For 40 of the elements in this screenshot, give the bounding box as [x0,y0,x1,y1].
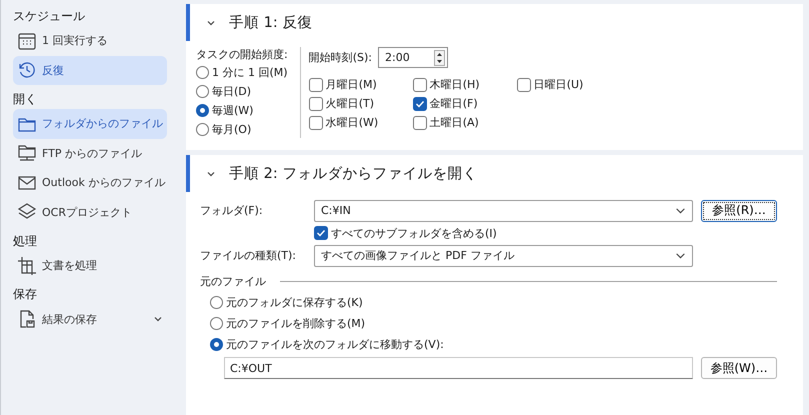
source-file-radio[interactable]: 元のフォルダに保存する(K) [210,293,777,312]
weekday-checkbox[interactable]: 土曜日(A) [412,114,517,131]
sidebar-item[interactable]: フォルダからのファイル [13,109,167,138]
frequency-radio[interactable]: 毎週(W) [196,102,288,119]
step-title: 手順 1: 反復 [229,14,312,32]
frequency-radio[interactable]: 1 分に 1 回(M) [196,64,288,81]
subfolders-checkbox[interactable]: すべてのサブフォルダを含める(I) [314,224,693,242]
browse-button[interactable]: 参照(W)… [701,357,777,379]
frequency-radio[interactable]: 毎月(O) [196,121,288,138]
time-spinner[interactable]: 2:00 [378,47,448,68]
step-title: 手順 2: フォルダからファイルを開く [229,164,478,183]
browse-button[interactable]: 参照(R)… [701,200,777,222]
frequency-label: タスクの開始頻度: [196,47,288,62]
folder-label: フォルダ(F): [200,203,264,218]
sidebar-item[interactable]: 反復 [13,56,167,85]
weekday-checkbox[interactable]: 月曜日(M) [308,76,413,93]
start-time-label: 開始時刻(S): [308,50,372,65]
move-folder-field[interactable]: C:¥OUT [224,357,693,379]
section-label: 元のファイル [200,274,266,288]
weekday-checkbox[interactable]: 金曜日(F) [412,95,517,112]
weekday-checkbox[interactable]: 日曜日(U) [516,76,621,93]
sidebar-item[interactable]: 1 回実行する [13,26,167,56]
sidebar-section-title: 保存 [13,286,38,303]
sidebar-item[interactable]: OCRプロジェクト [13,198,167,227]
weekday-checkbox[interactable]: 火曜日(T) [308,95,413,112]
weekday-checkbox[interactable]: 水曜日(W) [308,114,413,131]
sidebar-item[interactable]: 結果の保存 [13,304,167,334]
weekday-checkbox[interactable]: 木曜日(H) [412,76,517,93]
folder-combo[interactable]: C:¥IN [314,200,693,222]
file-type-combo[interactable]: すべての画像ファイルと PDF ファイル [314,244,693,266]
source-file-radio[interactable]: 元のファイルを次のフォルダに移動する(V): [210,335,777,354]
frequency-radio[interactable]: 毎日(D) [196,83,288,100]
sidebar-item[interactable]: FTP からのファイル [13,138,167,168]
sidebar-item[interactable]: Outlook からのファイル [13,168,167,198]
sidebar-section-title: 開く [13,90,38,108]
sidebar-section-title: 処理 [13,232,38,250]
sidebar-item[interactable]: 文書を処理 [13,251,167,280]
sidebar-section-title: スケジュール [13,8,86,24]
source-file-radio[interactable]: 元のファイルを削除する(M) [210,314,777,333]
file-type-label: ファイルの種類(T): [200,248,298,263]
